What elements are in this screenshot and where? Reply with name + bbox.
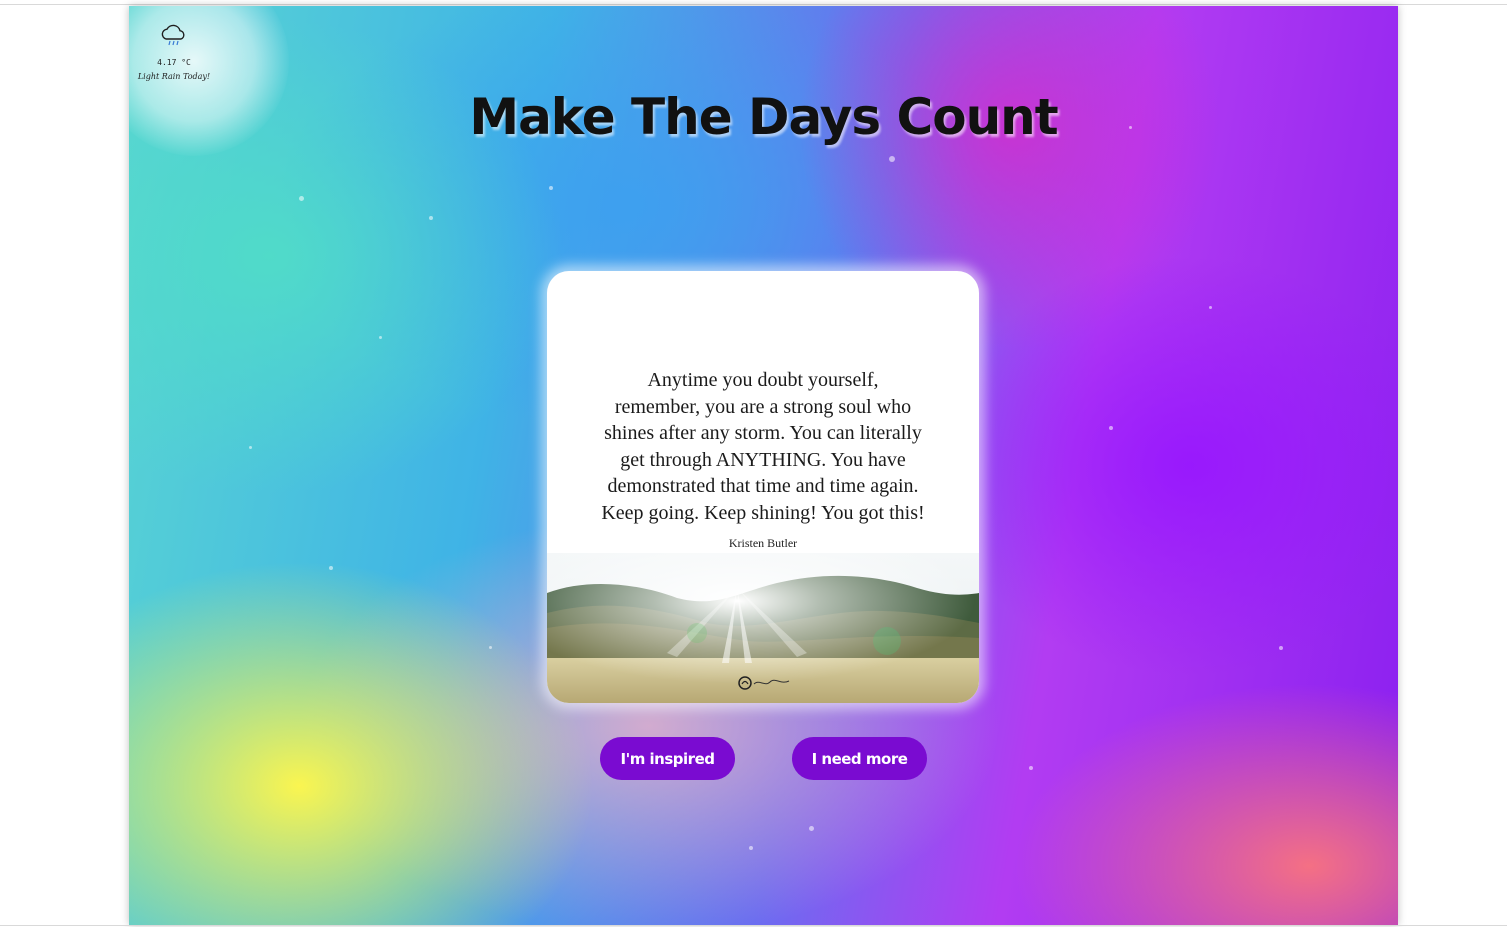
paint-speck [379,336,382,339]
paint-speck [429,216,433,220]
paint-speck [299,196,304,201]
brand-logo [738,676,790,690]
paint-speck [809,826,814,831]
quote-card: Anytime you doubt yourself, remember, yo… [547,271,979,703]
quote-line: shines after any storm. You can literall… [604,422,922,445]
paint-speck [889,156,895,162]
paint-speck [1109,426,1113,430]
weather-temperature: 4.17 °C [157,58,191,67]
quote-author: Kristen Butler [728,536,798,550]
quote-line: demonstrated that time and time again. [607,475,919,498]
quote-line: remember, you are a strong soul who [614,395,912,418]
need-more-button[interactable]: I need more [792,737,927,780]
paint-speck [749,846,753,850]
inspired-button[interactable]: I'm inspired [600,737,735,780]
top-divider [0,4,1507,5]
weather-description: Light Rain Today! [137,72,211,81]
paint-speck [1279,646,1283,650]
page-title: Make The Days Count [469,88,1058,146]
background-stage: 4.17 °C Light Rain Today! Make The Days … [129,6,1398,925]
paint-speck [329,566,333,570]
quote-line: Anytime you doubt yourself, [647,369,879,391]
paint-speck [1029,766,1033,770]
paint-speck [549,186,553,190]
bottom-divider [0,925,1507,926]
paint-speck [1209,306,1212,309]
quote-text: Anytime you doubt yourself, remember, yo… [567,367,959,527]
page: 4.17 °C Light Rain Today! Make The Days … [0,0,1507,927]
paint-speck [249,446,252,449]
cloud-rain-icon [161,24,185,46]
quote-line: Keep going. Keep shining! You got this! [601,501,925,524]
paint-speck [489,646,492,649]
weather-widget: 4.17 °C Light Rain Today! [129,24,219,81]
quote-line: get through ANYTHING. You have [620,448,906,471]
